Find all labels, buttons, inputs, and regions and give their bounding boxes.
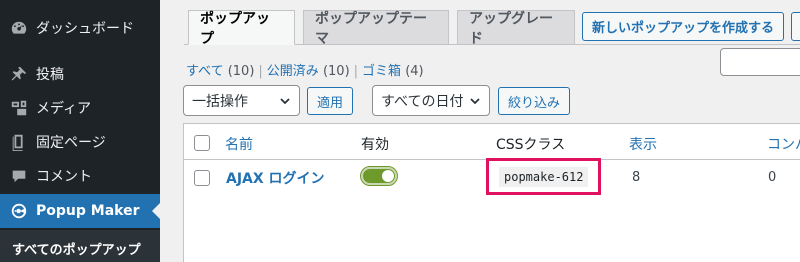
- css-class-code: popmake-612: [499, 167, 589, 187]
- sidebar-item-media[interactable]: メディア: [0, 91, 160, 125]
- sidebar-item-label: 固定ページ: [36, 135, 106, 151]
- tab-upgrade[interactable]: アップグレード: [457, 10, 575, 47]
- select-all-checkbox[interactable]: [194, 135, 210, 151]
- popup-maker-submenu: すべてのポップアップ: [0, 230, 160, 262]
- date-filter-select[interactable]: すべての日付: [372, 85, 490, 116]
- extra-header-button[interactable]: [791, 12, 800, 41]
- submenu-item-all-popups[interactable]: すべてのポップアップ: [12, 239, 141, 258]
- tab-popups[interactable]: ポップアップ: [188, 10, 295, 47]
- wp-admin-screen: ダッシュボード 投稿 メディア 固定ページ コメント Popup Maker す…: [0, 0, 800, 262]
- column-enabled: 有効: [361, 137, 389, 153]
- enabled-toggle[interactable]: [360, 166, 398, 186]
- chevron-down-icon: [470, 97, 480, 104]
- sidebar-item-posts[interactable]: 投稿: [0, 57, 160, 91]
- popups-table: 名前 有効 CSSクラス 表示 コンバ AJAX ログイン popmake-61…: [183, 123, 800, 262]
- media-icon: [0, 99, 36, 117]
- apply-button[interactable]: 適用: [307, 87, 354, 115]
- sidebar-item-dashboard[interactable]: ダッシュボード: [0, 11, 160, 45]
- sidebar-item-label: ダッシュボード: [36, 21, 134, 37]
- status-filter-links: すべて (10) | 公開済み (10) | ゴミ箱 (4): [186, 64, 424, 79]
- search-input[interactable]: [720, 48, 800, 76]
- sidebar-item-popup-maker[interactable]: Popup Maker: [0, 194, 160, 228]
- page-icon: [0, 133, 36, 151]
- column-css-class: CSSクラス: [496, 137, 566, 153]
- sidebar-item-pages[interactable]: 固定ページ: [0, 125, 160, 159]
- row-checkbox[interactable]: [194, 170, 210, 186]
- bulk-action-value: 一括操作: [192, 93, 248, 110]
- dashboard-icon: [0, 19, 36, 37]
- chevron-down-icon: [280, 97, 290, 104]
- column-views[interactable]: 表示: [629, 134, 657, 154]
- views-count: 8: [632, 170, 641, 185]
- add-new-popup-button[interactable]: 新しいポップアップを作成する: [582, 12, 785, 41]
- pushpin-icon: [0, 65, 36, 83]
- popup-maker-icon: [0, 202, 36, 220]
- admin-sidebar: ダッシュボード 投稿 メディア 固定ページ コメント Popup Maker す…: [0, 0, 160, 262]
- filter-published[interactable]: 公開済み: [267, 64, 319, 79]
- date-filter-value: すべての日付: [381, 93, 464, 110]
- column-name[interactable]: 名前: [225, 134, 253, 154]
- column-conversions[interactable]: コンバ: [767, 134, 800, 154]
- comment-icon: [0, 167, 36, 185]
- popup-title-link[interactable]: AJAX ログイン: [226, 168, 325, 188]
- filter-all-count: (10): [227, 64, 255, 79]
- sidebar-item-label: コメント: [36, 169, 92, 185]
- toggle-knob: [382, 170, 394, 182]
- bulk-action-select[interactable]: 一括操作: [183, 85, 300, 116]
- filter-trash-count: (4): [405, 64, 424, 79]
- css-class-highlight-box: popmake-612: [486, 158, 601, 195]
- conversions-count: 0: [768, 170, 777, 185]
- sidebar-item-label: メディア: [36, 101, 92, 117]
- tab-popup-themes[interactable]: ポップアップテーマ: [303, 10, 449, 47]
- sidebar-item-comments[interactable]: コメント: [0, 159, 160, 193]
- sidebar-item-label: Popup Maker: [36, 203, 140, 219]
- filter-button[interactable]: 絞り込み: [498, 87, 571, 115]
- sidebar-item-label: 投稿: [36, 67, 64, 83]
- filter-all[interactable]: すべて: [186, 64, 224, 79]
- filter-trash[interactable]: ゴミ箱: [362, 64, 401, 79]
- table-header: 名前 有効 CSSクラス 表示 コンバ: [184, 124, 800, 160]
- filter-published-count: (10): [322, 64, 350, 79]
